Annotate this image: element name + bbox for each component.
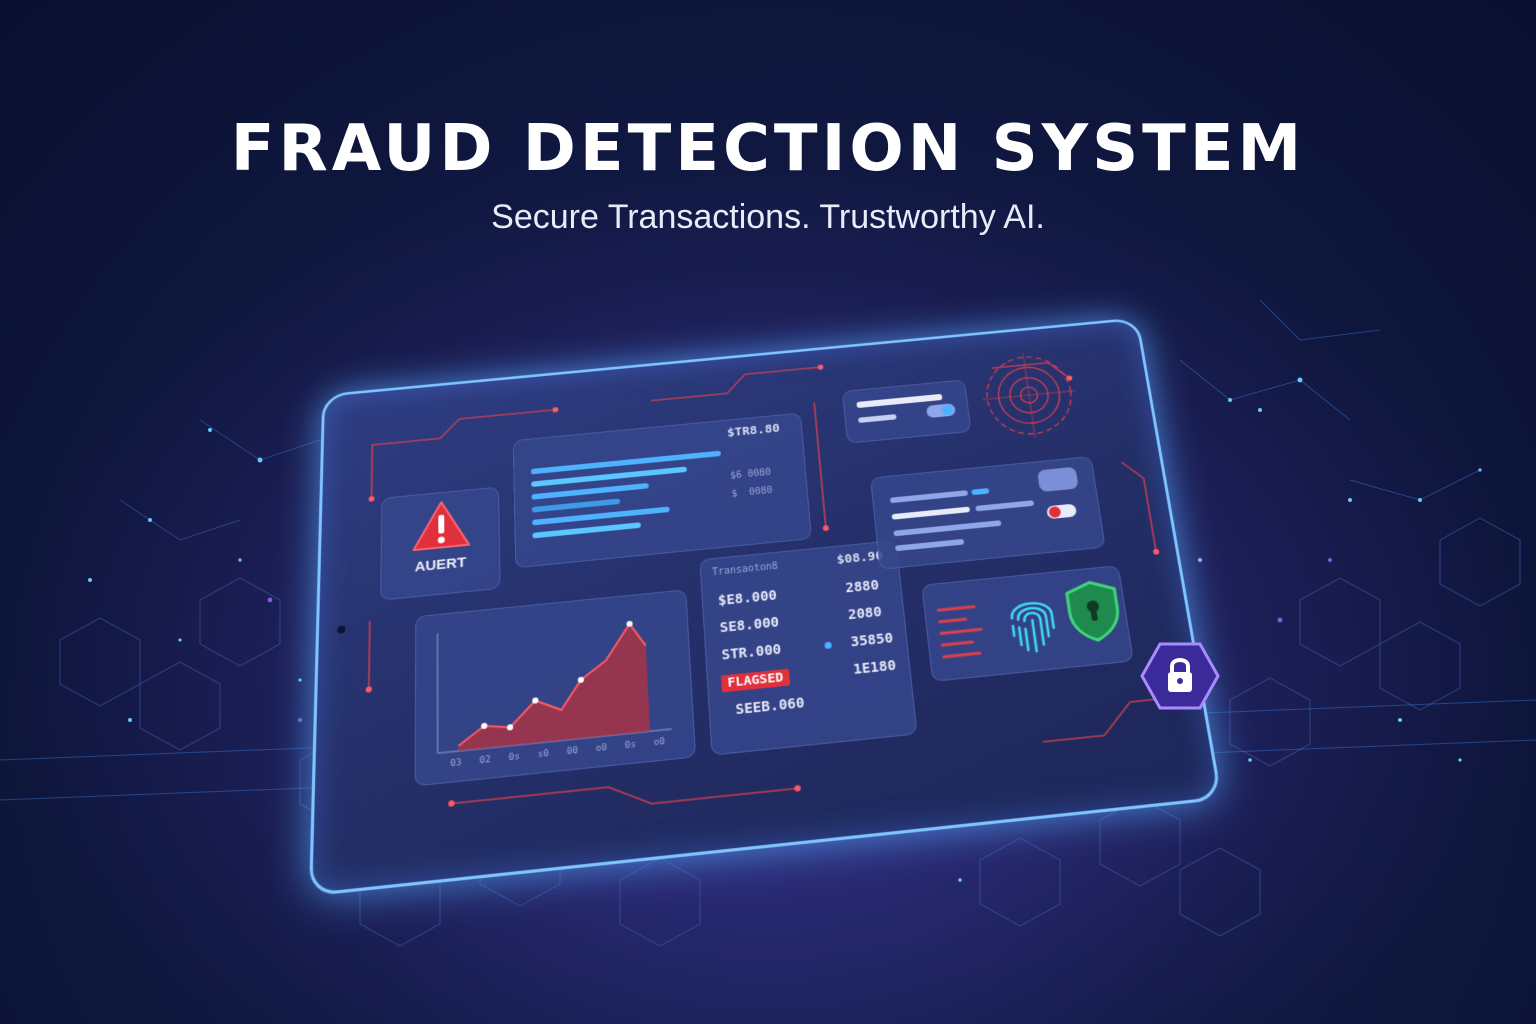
bars-top-value: $TR8.80 <box>727 422 781 440</box>
progress-bar <box>532 522 641 538</box>
radar-scanner-icon <box>971 343 1089 448</box>
alert-label: AUERT <box>380 551 500 579</box>
page-title: FRAUD DETECTION SYSTEM <box>0 112 1536 186</box>
alert-card[interactable]: AUERT <box>380 487 500 601</box>
transaction-amount: SE8.000 <box>719 615 779 636</box>
toggle-knob <box>941 404 954 416</box>
status-dot <box>824 642 832 650</box>
toggle-pill[interactable] <box>1037 467 1079 492</box>
transactions-header-value: $08.90 <box>836 549 884 568</box>
shield-lock-icon <box>1061 577 1126 646</box>
setting-bar <box>858 414 897 423</box>
tablet-device: AUERT $TR8.80 $6 0080 $ 0080 03 02 0s s0… <box>309 318 1215 890</box>
setting-bar <box>975 500 1034 511</box>
chart-card[interactable]: 03 02 0s s0 00 o0 0s o0 <box>415 589 696 786</box>
tablet-screen: AUERT $TR8.80 $6 0080 $ 0080 03 02 0s s0… <box>309 317 1222 896</box>
setting-bar <box>892 507 971 520</box>
tick-label: 0s <box>625 740 637 752</box>
setting-bar <box>971 488 989 495</box>
page-subtitle: Secure Transactions. Trustworthy AI. <box>0 198 1536 237</box>
setting-bar <box>893 520 1001 536</box>
bars-row-value: $ 0080 <box>731 485 773 499</box>
setting-bar <box>890 490 968 503</box>
transactions-card[interactable]: Transaoton8 $08.90 $E8.000 2880 SE8.000 … <box>699 540 917 756</box>
trend-area <box>458 622 650 751</box>
tick-label: 0s <box>508 751 519 763</box>
tick-label: 00 <box>567 746 579 758</box>
bars-row-value: $6 0080 <box>730 467 772 481</box>
transaction-value: 35850 <box>850 630 894 650</box>
transaction-value: 2880 <box>845 578 880 597</box>
transaction-amount: STR.000 <box>721 642 782 664</box>
toggle-knob <box>1048 506 1061 518</box>
tick-label: 02 <box>479 755 490 767</box>
signal-lines <box>934 599 1001 663</box>
tick-label: o0 <box>596 743 608 755</box>
toggle-switch[interactable] <box>926 403 956 418</box>
warning-icon <box>411 496 473 554</box>
fingerprint-icon <box>996 584 1069 660</box>
trend-chart: 03 02 0s s0 00 o0 0s o0 <box>427 600 683 775</box>
progress-bar <box>531 483 648 500</box>
tick-label: 03 <box>450 758 461 770</box>
tick-label: o0 <box>653 737 665 749</box>
progress-bar <box>532 498 620 512</box>
transaction-value: 1E180 <box>853 658 897 678</box>
transaction-amount: SEEB.060 <box>735 695 805 718</box>
progress-bar <box>531 451 721 475</box>
biometric-card[interactable] <box>921 565 1134 682</box>
lock-badge-icon <box>1140 640 1220 712</box>
flagged-badge[interactable]: FLAGSED <box>721 669 790 693</box>
alert-toggle-switch[interactable] <box>1046 504 1077 520</box>
transaction-amount: $E8.000 <box>718 588 778 609</box>
transactions-header: Transaoton8 <box>712 561 778 578</box>
setting-bar <box>895 539 964 551</box>
tick-label: s0 <box>538 748 550 760</box>
transaction-value: 2080 <box>847 604 882 623</box>
